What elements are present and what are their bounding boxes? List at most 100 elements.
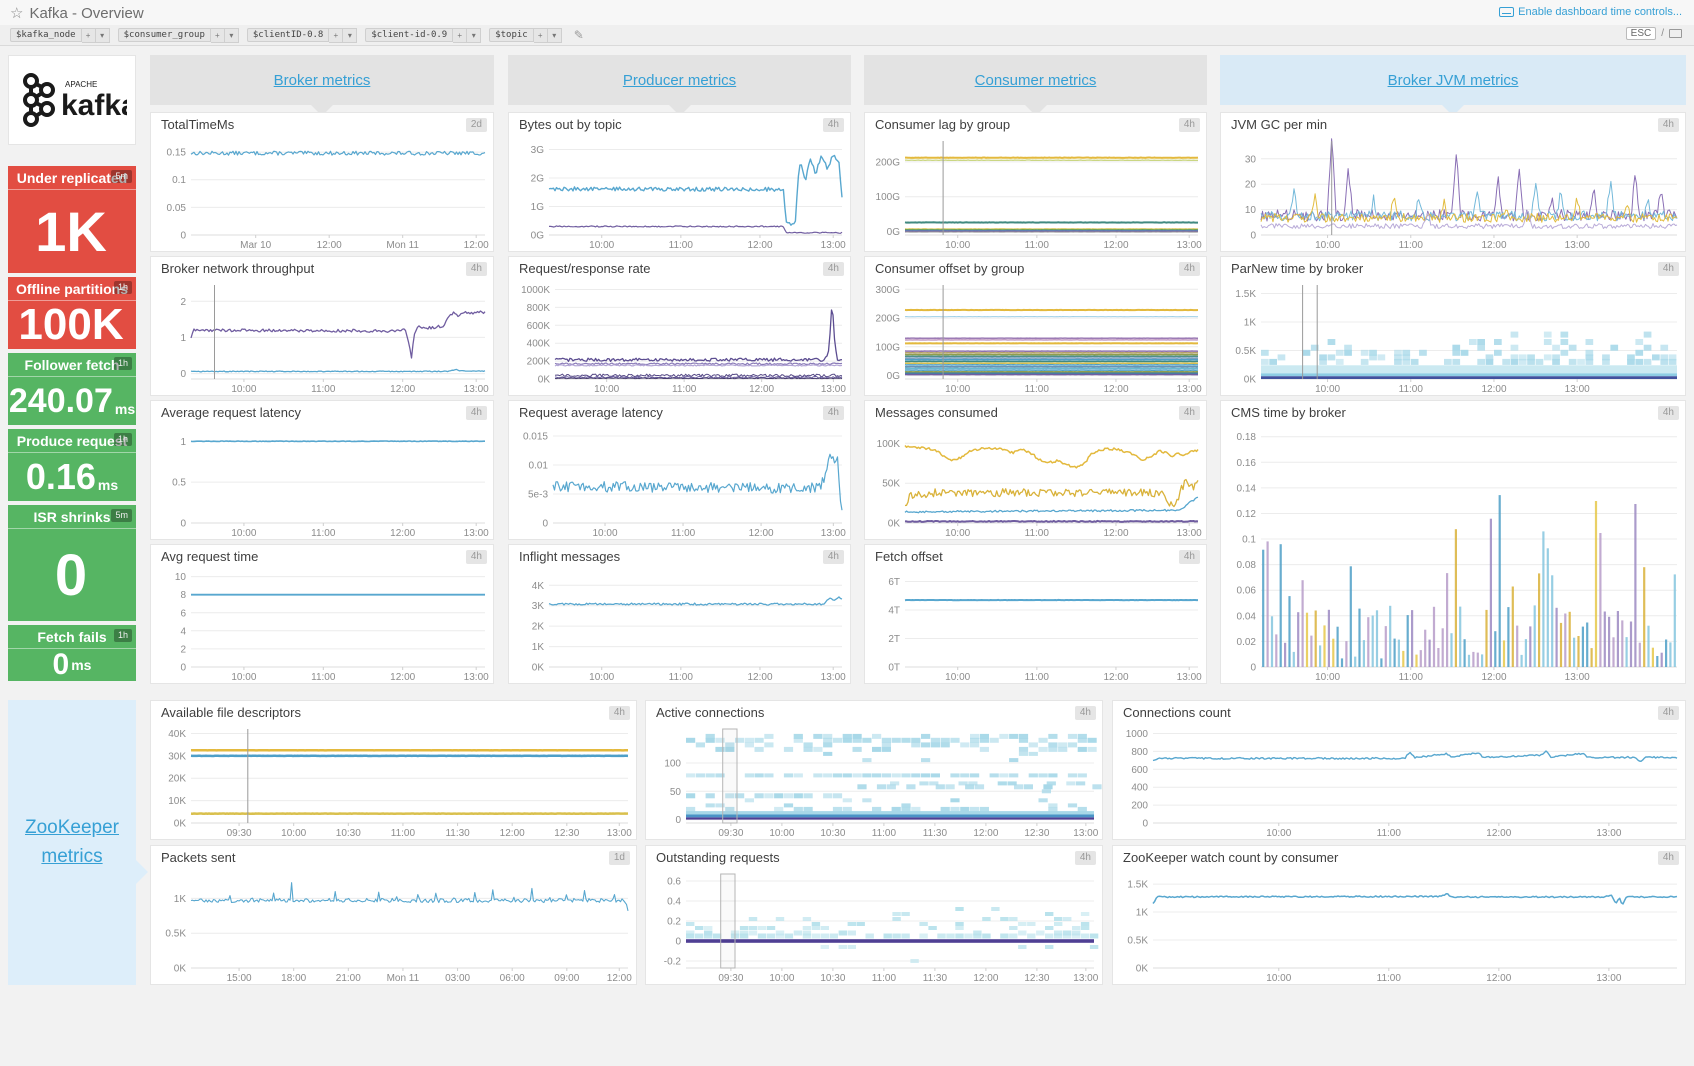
panel-title[interactable]: Consumer lag by group [865, 113, 1206, 135]
chart-jvm-gc-per-min[interactable]: 010203010:0011:0012:0013:00 [1221, 135, 1685, 251]
chart-broker-network-throughput[interactable]: 01210:0011:0012:0013:00 [151, 279, 493, 395]
variable-dropdown-button[interactable]: ▾ [548, 28, 562, 43]
svg-text:11:00: 11:00 [872, 828, 897, 839]
stat-value: 100K [18, 300, 123, 350]
logo-kafka-text: kafka [61, 89, 127, 122]
panel-title[interactable]: Request/response rate [509, 257, 850, 279]
chart-connections-count[interactable]: 0200400600800100010:0011:0012:0013:00 [1113, 723, 1685, 839]
chart-fetch-offset[interactable]: 0T2T4T6T10:0011:0012:0013:00 [865, 567, 1206, 683]
svg-text:09:30: 09:30 [718, 828, 743, 839]
panel-title[interactable]: Available file descriptors [151, 701, 636, 723]
time-override-badge: 1h [114, 433, 132, 446]
svg-text:0: 0 [1250, 231, 1256, 242]
variable-label[interactable]: $kafka_node [10, 28, 82, 42]
panel-title[interactable]: Avg request time [151, 545, 493, 567]
panel-title[interactable]: ZooKeeper watch count by consumer [1113, 846, 1685, 868]
chart-zookeeper-watch-count[interactable]: 0K0.5K1K1.5K10:0011:0012:0013:00 [1113, 868, 1685, 984]
chart-average-request-latency[interactable]: 00.5110:0011:0012:0013:00 [151, 423, 493, 539]
panel-title[interactable]: Bytes out by topic [509, 113, 850, 135]
svg-text:400K: 400K [527, 339, 551, 350]
chart-consumer-lag-by-group[interactable]: 0G100G200G10:0011:0012:0013:00 [865, 135, 1206, 251]
svg-text:4T: 4T [888, 606, 900, 617]
variable-label[interactable]: $consumer_group [118, 28, 211, 42]
chart-active-connections[interactable]: 05010009:3010:0010:3011:0011:3012:0012:3… [646, 723, 1102, 839]
chart-outstanding-requests[interactable]: -0.200.20.40.609:3010:0010:3011:0011:301… [646, 868, 1102, 984]
time-override-badge: 4h [466, 262, 487, 276]
variable-label[interactable]: $client-id-0.9 [365, 28, 453, 42]
chart-avg-request-time[interactable]: 024681010:0011:0012:0013:00 [151, 567, 493, 683]
svg-text:11:00: 11:00 [1399, 240, 1424, 251]
stat-follower-fetch: Follower fetch1h 240.07ms [8, 353, 136, 425]
svg-text:0.5: 0.5 [172, 478, 186, 489]
chart-request-response-rate[interactable]: 0K200K400K600K800K1000K10:0011:0012:0013… [509, 279, 850, 395]
panel-active-connections: Active connections4h 05010009:3010:0010:… [645, 700, 1103, 840]
broker-metrics-link[interactable]: Broker metrics [274, 72, 371, 89]
chart-messages-consumed[interactable]: 0K50K100K10:0011:0012:0013:00 [865, 423, 1206, 539]
svg-text:0.015: 0.015 [523, 432, 548, 443]
variable-label[interactable]: $clientID-0.8 [247, 28, 329, 42]
edit-pencil-icon[interactable]: ✎ [574, 28, 584, 42]
panel-title[interactable]: Active connections [646, 701, 1102, 723]
panel-zookeeper-watch-count: ZooKeeper watch count by consumer4h 0K0.… [1112, 845, 1686, 985]
panel-title[interactable]: Fetch offset [865, 545, 1206, 567]
panel-title[interactable]: Consumer offset by group [865, 257, 1206, 279]
panel-title[interactable]: Connections count [1113, 701, 1685, 723]
stat-title: Offline partitions [16, 281, 128, 297]
svg-text:12:00: 12:00 [390, 528, 415, 539]
variable-dropdown-button[interactable]: ▾ [343, 28, 357, 43]
svg-text:11:00: 11:00 [1025, 384, 1050, 395]
panel-title[interactable]: TotalTimeMs [151, 113, 493, 135]
svg-text:2G: 2G [531, 174, 545, 185]
panel-title[interactable]: Packets sent [151, 846, 636, 868]
svg-text:2T: 2T [888, 634, 900, 645]
variable-add-button[interactable]: + [329, 28, 343, 43]
svg-text:10: 10 [1245, 205, 1257, 216]
stat-title: Produce request [17, 433, 127, 449]
panel-title[interactable]: Messages consumed [865, 401, 1206, 423]
panel-title[interactable]: Broker network throughput [151, 257, 493, 279]
panel-title[interactable]: Inflight messages [509, 545, 850, 567]
producer-metrics-link[interactable]: Producer metrics [623, 72, 736, 89]
svg-text:10:00: 10:00 [945, 672, 970, 683]
consumer-metrics-link[interactable]: Consumer metrics [975, 72, 1097, 89]
svg-text:0T: 0T [888, 663, 900, 674]
variable-add-button[interactable]: + [453, 28, 467, 43]
chart-request-average-latency[interactable]: 05e-30.010.01510:0011:0012:0013:00 [509, 423, 850, 539]
svg-text:0.14: 0.14 [1237, 483, 1257, 494]
star-icon[interactable]: ☆ [10, 5, 23, 22]
variable-label[interactable]: $topic [489, 28, 534, 42]
chart-cms-time-by-broker[interactable]: 00.020.040.060.080.10.120.140.160.1810:0… [1221, 423, 1685, 683]
chart-inflight-messages[interactable]: 0K1K2K3K4K10:0011:0012:0013:00 [509, 567, 850, 683]
variable-add-button[interactable]: + [82, 28, 96, 43]
zookeeper-metrics-link[interactable]: ZooKeepermetrics [25, 814, 119, 871]
chart-available-file-descriptors[interactable]: 0K10K20K30K40K09:3010:0010:3011:0011:301… [151, 723, 636, 839]
variable-consumer-group: $consumer_group+▾ [118, 28, 239, 43]
variable-add-button[interactable]: + [534, 28, 548, 43]
chart-packets-sent[interactable]: 0K0.5K1K15:0018:0021:00Mon 1103:0006:000… [151, 868, 636, 984]
chart-consumer-offset-by-group[interactable]: 0G100G200G300G10:0011:0012:0013:00 [865, 279, 1206, 395]
chart-totaltimems[interactable]: 00.050.10.15Mar 1012:00Mon 1112:00 [151, 135, 493, 251]
svg-text:12:00: 12:00 [1481, 384, 1506, 395]
dashboard-title[interactable]: ☆Kafka - Overview [10, 4, 144, 22]
time-override-badge: 4h [1179, 550, 1200, 564]
panel-title[interactable]: Average request latency [151, 401, 493, 423]
chart-bytes-out-by-topic[interactable]: 0G1G2G3G10:0011:0012:0013:00 [509, 135, 850, 251]
panel-title[interactable]: JVM GC per min [1221, 113, 1685, 135]
svg-text:1.5K: 1.5K [1235, 289, 1256, 300]
time-override-badge: 1d [609, 851, 630, 865]
variable-dropdown-button[interactable]: ▾ [96, 28, 110, 43]
variable-add-button[interactable]: + [211, 28, 225, 43]
broker-jvm-metrics-link[interactable]: Broker JVM metrics [1388, 72, 1519, 89]
svg-text:12:30: 12:30 [1024, 973, 1049, 984]
panel-title[interactable]: CMS time by broker [1221, 401, 1685, 423]
panel-title[interactable]: Request average latency [509, 401, 850, 423]
variable-dropdown-button[interactable]: ▾ [225, 28, 239, 43]
enable-time-controls-link[interactable]: Enable dashboard time controls... [1499, 6, 1682, 18]
variable-dropdown-button[interactable]: ▾ [467, 28, 481, 43]
panel-title[interactable]: ParNew time by broker [1221, 257, 1685, 279]
svg-text:11:00: 11:00 [669, 240, 694, 251]
chart-parnew-time-by-broker[interactable]: 0K0.5K1K1.5K10:0011:0012:0013:00 [1221, 279, 1685, 395]
stat-value: 0 [55, 542, 87, 609]
panel-title[interactable]: Outstanding requests [646, 846, 1102, 868]
svg-text:15:00: 15:00 [227, 973, 252, 984]
